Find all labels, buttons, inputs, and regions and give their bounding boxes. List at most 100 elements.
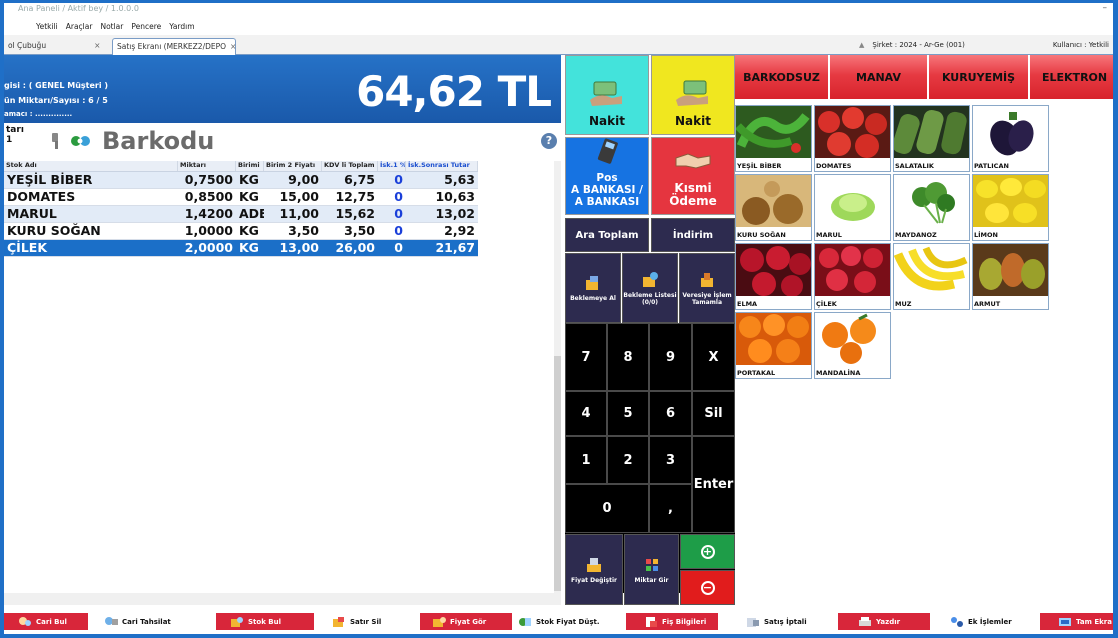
- key-comma[interactable]: ,: [649, 484, 692, 533]
- title-bar: Ana Paneli / Aktif bey / 1.0.0.0 –: [4, 3, 1113, 17]
- receipt-info-button[interactable]: Fiş Bilgileri: [626, 613, 718, 630]
- delete-row-button[interactable]: Satır Sil: [324, 613, 410, 630]
- menu-pencere[interactable]: Pencere: [131, 22, 161, 31]
- product-tile[interactable]: MANDALİNA: [814, 312, 891, 379]
- category-elektronik[interactable]: ELEKTRON: [1030, 55, 1113, 99]
- product-tile[interactable]: ELMA: [735, 243, 812, 310]
- category-barkodsuz[interactable]: BARKODSUZ: [735, 55, 830, 99]
- table-row-selected[interactable]: ÇİLEK 2,0000 KG 13,00 26,00 0 21,67: [4, 240, 478, 257]
- help-icon[interactable]: ?: [541, 133, 557, 149]
- cancel-sale-button[interactable]: Satış İptali: [744, 613, 830, 630]
- col-net-amount[interactable]: İsk.Sonrası Tutar: [406, 161, 478, 171]
- stock-price-button[interactable]: Stok Fiyat Düşt.: [516, 613, 616, 630]
- increase-quantity-button[interactable]: +: [680, 534, 735, 569]
- partial-payment-button[interactable]: Kısmi Ödeme: [651, 137, 735, 215]
- find-customer-button[interactable]: Cari Bul: [4, 613, 88, 630]
- key-delete[interactable]: Sil: [692, 391, 735, 436]
- scrollbar-thumb[interactable]: [554, 356, 561, 591]
- menu-bar: Yetkili Araçlar Notlar Pencere Yardım: [4, 17, 1113, 35]
- vertical-scrollbar[interactable]: [554, 161, 561, 593]
- key-1[interactable]: 1: [565, 436, 607, 484]
- col-stock-name[interactable]: Stok Adı: [4, 161, 178, 171]
- recycle-icon[interactable]: [70, 134, 92, 148]
- quantity-label: ün Miktarı/Sayısı : 6 / 5: [4, 96, 108, 105]
- table-row[interactable]: KURU SOĞAN 1,0000 KG 3,50 3,50 0 2,92: [4, 223, 478, 240]
- col-unit[interactable]: Birimi: [236, 161, 264, 171]
- key-enter[interactable]: Enter: [692, 436, 735, 533]
- customer-collection-button[interactable]: Cari Tahsilat: [102, 613, 202, 630]
- parsley-icon: [894, 175, 969, 227]
- pos-bank-button[interactable]: Pos A BANKASI / A BANKASI: [565, 137, 649, 215]
- product-tile[interactable]: SALATALIK: [893, 105, 970, 172]
- key-x[interactable]: X: [692, 323, 735, 391]
- menu-yardim[interactable]: Yardım: [169, 22, 194, 31]
- fullscreen-button[interactable]: Tam Ekra: [1040, 613, 1113, 630]
- product-tile[interactable]: PATLICAN: [972, 105, 1049, 172]
- product-tile[interactable]: MARUL: [814, 174, 891, 241]
- category-kuruyemis[interactable]: KURUYEMİŞ: [929, 55, 1030, 99]
- product-tile[interactable]: YEŞİL BİBER: [735, 105, 812, 172]
- category-manav[interactable]: MANAV: [830, 55, 929, 99]
- key-2[interactable]: 2: [607, 436, 649, 484]
- customer-search-icon: [19, 616, 31, 626]
- table-row[interactable]: DOMATES 0,8500 KG 15,00 12,75 0 10,63: [4, 189, 478, 206]
- product-tile[interactable]: ÇİLEK: [814, 243, 891, 310]
- menu-araclar[interactable]: Araçlar: [66, 22, 93, 31]
- barcode-scanner-icon[interactable]: [50, 132, 62, 150]
- tab-close-icon[interactable]: ×: [230, 42, 236, 51]
- credit-sale-button[interactable]: Veresiye İşlem Tamamla: [679, 253, 735, 323]
- key-3[interactable]: 3: [649, 436, 692, 484]
- product-tile[interactable]: PORTAKAL: [735, 312, 812, 379]
- view-price-button[interactable]: Fiyat Gör: [420, 613, 512, 630]
- product-tile[interactable]: DOMATES: [814, 105, 891, 172]
- col-discount[interactable]: İsk.1 %: [378, 161, 406, 171]
- cash-button-2[interactable]: Nakit: [651, 55, 735, 135]
- total-amount: 64,62 TL: [356, 67, 552, 116]
- product-tile[interactable]: ARMUT: [972, 243, 1049, 310]
- table-row[interactable]: MARUL1,4200ADET11,0015,62013,02: [4, 206, 478, 223]
- enter-quantity-button[interactable]: Miktar Gir: [624, 534, 679, 605]
- print-button[interactable]: Yazdır: [838, 613, 930, 630]
- hold-list-icon: [643, 271, 658, 287]
- stock-search-icon: [231, 616, 243, 627]
- horizontal-scrollbar[interactable]: [4, 593, 561, 605]
- product-tile[interactable]: MUZ: [893, 243, 970, 310]
- product-tile[interactable]: MAYDANOZ: [893, 174, 970, 241]
- key-6[interactable]: 6: [649, 391, 692, 436]
- col-kdv-total[interactable]: KDV li Toplam: [322, 161, 378, 171]
- find-stock-button[interactable]: Stok Bul: [216, 613, 314, 630]
- subtotal-button[interactable]: Ara Toplam: [565, 218, 649, 252]
- col-unit-price[interactable]: Birim 2 Fiyatı: [264, 161, 322, 171]
- key-5[interactable]: 5: [607, 391, 649, 436]
- cancel-sale-icon: [747, 617, 759, 627]
- table-row[interactable]: YEŞİL BİBER 0,7500 KG 9,00 6,75 0 5,63: [4, 172, 478, 189]
- menu-notlar[interactable]: Notlar: [100, 22, 123, 31]
- product-tile[interactable]: LİMON: [972, 174, 1049, 241]
- hold-list-button[interactable]: Bekleme Listesi (0/0): [622, 253, 678, 323]
- function-bar: Cari Bul Cari Tahsilat Stok Bul Satır Si…: [4, 607, 1113, 634]
- product-tile[interactable]: KURU SOĞAN: [735, 174, 812, 241]
- key-8[interactable]: 8: [607, 323, 649, 391]
- tab-close-icon[interactable]: ×: [94, 41, 100, 50]
- decrease-quantity-button[interactable]: −: [680, 570, 735, 605]
- strawberry-icon: [815, 244, 890, 296]
- cucumber-icon: [894, 106, 969, 158]
- green-pepper-icon: [736, 106, 811, 158]
- warning-icon: ▲: [859, 41, 865, 49]
- discount-button[interactable]: İndirim: [651, 218, 735, 252]
- cash-button-1[interactable]: Nakit: [565, 55, 649, 135]
- key-0[interactable]: 0: [565, 484, 649, 533]
- key-7[interactable]: 7: [565, 323, 607, 391]
- rep-label: amacı : ..............: [4, 110, 73, 118]
- lettuce-icon: [815, 175, 890, 227]
- tab-sales-screen[interactable]: Satış Ekranı (MERKEZ2/DEPO ×: [112, 38, 236, 55]
- minimize-button[interactable]: –: [1103, 3, 1108, 13]
- col-quantity[interactable]: Miktarı: [178, 161, 236, 171]
- extra-operations-button[interactable]: Ek İşlemler: [948, 613, 1030, 630]
- tab-toolbar[interactable]: ol Çubuğu ×: [4, 38, 108, 55]
- hold-sale-button[interactable]: Beklemeye Al: [565, 253, 621, 323]
- key-9[interactable]: 9: [649, 323, 692, 391]
- key-4[interactable]: 4: [565, 391, 607, 436]
- change-price-button[interactable]: Fiyat Değiştir: [565, 534, 623, 605]
- menu-yetkili[interactable]: Yetkili: [36, 22, 58, 31]
